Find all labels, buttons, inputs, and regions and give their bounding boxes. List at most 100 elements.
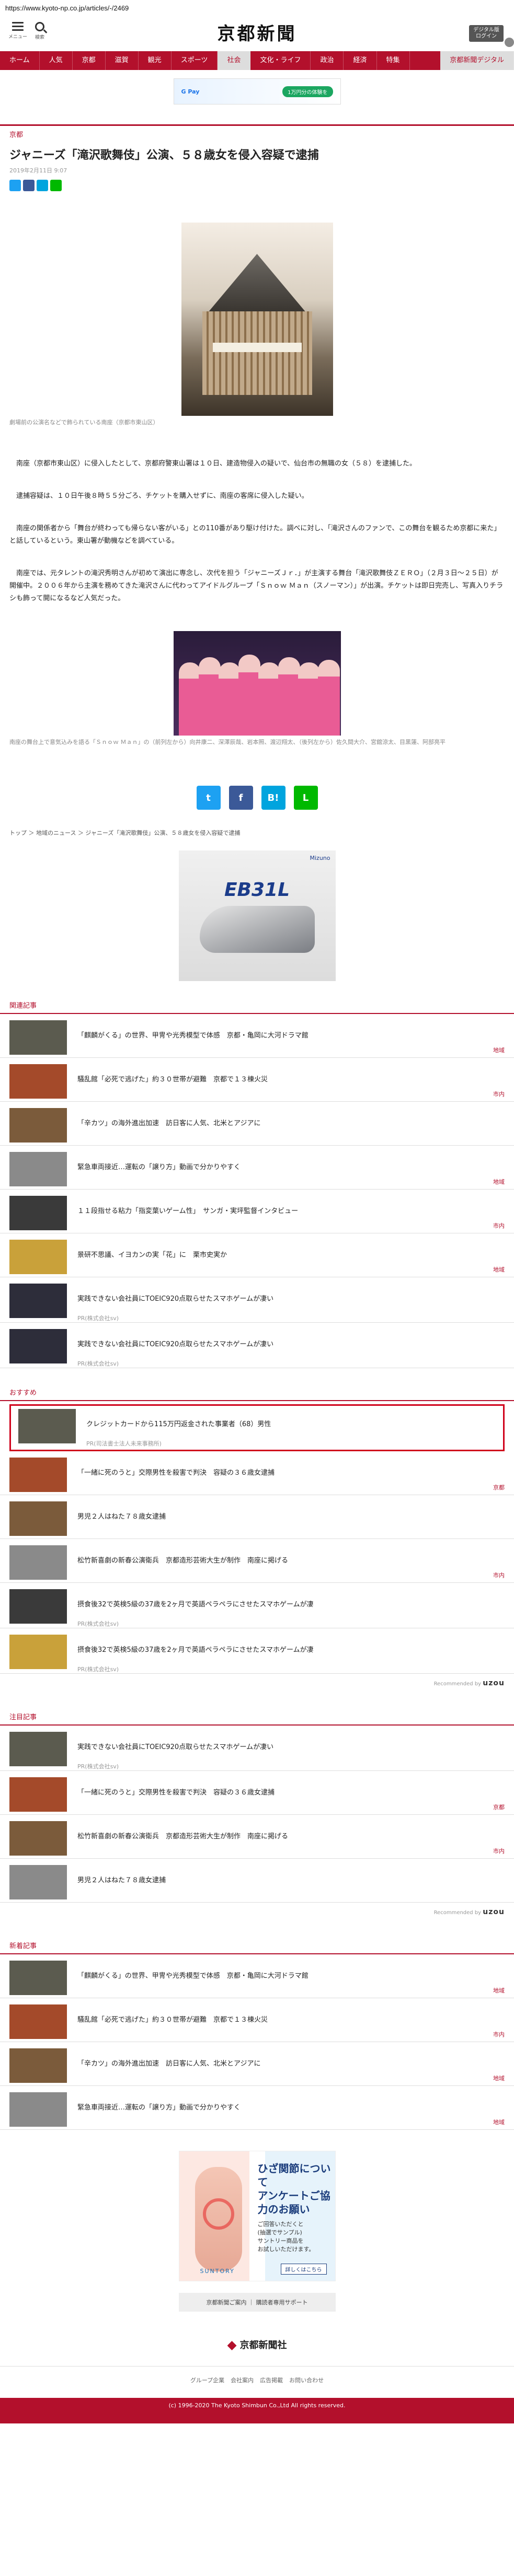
- nav-item[interactable]: 文化・ライフ: [250, 51, 311, 70]
- ad-banner-top[interactable]: G Pay 1万円分の体験を: [173, 78, 341, 104]
- list-item[interactable]: １１段指せる粘力「指変葉いゲーム性」 サンガ・実坪監督インタビュー 市内: [0, 1190, 514, 1233]
- item-tag[interactable]: 地域: [493, 1265, 505, 1274]
- nav-item[interactable]: 人気: [40, 51, 73, 70]
- ad-mid[interactable]: Mizuno EB31L: [178, 850, 336, 981]
- nav-item[interactable]: 政治: [311, 51, 344, 70]
- recommend-section: おすすめ クレジットカードから115万円返金された事業者（68）男性 PR(司法書…: [0, 1387, 514, 1693]
- list-item[interactable]: 男児２人はねた７８歳女逮捕: [0, 1859, 514, 1903]
- item-title: 「麒麟がくる」の世界、甲冑や光秀模型で体感 京都・亀岡に大河ドラマ館: [77, 1032, 309, 1040]
- hatena-icon[interactable]: [37, 180, 48, 191]
- list-item[interactable]: クレジットカードから115万円返金された事業者（68）男性 PR(司法書士法人未来…: [9, 1404, 505, 1451]
- footer-nav-item[interactable]: 広告掲載: [260, 2377, 283, 2384]
- site-logo[interactable]: 京都新聞: [218, 19, 297, 45]
- list-item[interactable]: 松竹新喜劇の新春公演衛兵 京都造形芸術大生が制作 南座に掲げる 市内: [0, 1815, 514, 1859]
- list-item[interactable]: 松竹新喜劇の新春公演衛兵 京都造形芸術大生が制作 南座に掲げる 市内: [0, 1539, 514, 1583]
- section-heading: 注目記事: [0, 1711, 514, 1726]
- hatena-icon[interactable]: B!: [261, 786, 285, 810]
- nav-item[interactable]: 京都: [73, 51, 106, 70]
- hamburger-icon: [12, 22, 24, 31]
- list-item[interactable]: 「一緒に死のうと」交際男性を殺害で判決 容疑の３６歳女逮捕 京都: [0, 1451, 514, 1495]
- recommended-by[interactable]: Recommended by uzou: [0, 1903, 514, 1921]
- item-tag[interactable]: 地域: [493, 2074, 505, 2082]
- nav-item[interactable]: 特集: [377, 51, 410, 70]
- thumbnail: [9, 2092, 67, 2127]
- twitter-icon[interactable]: t: [196, 786, 221, 810]
- item-tag[interactable]: 市内: [493, 1847, 505, 1855]
- list-item[interactable]: 摂食後32で英検5級の37歳を2ヶ月で英語ペラペラにさせたスマホゲームが凄 PR(…: [0, 1583, 514, 1628]
- item-tag[interactable]: 京都: [493, 1803, 505, 1811]
- thumbnail: [9, 1777, 67, 1812]
- item-tag[interactable]: 市内: [493, 1571, 505, 1579]
- menu-button[interactable]: メニュー: [7, 20, 28, 40]
- list-item[interactable]: 「麒麟がくる」の世界、甲冑や光秀模型で体感 京都・亀岡に大河ドラマ館地域: [0, 1954, 514, 1998]
- facebook-icon[interactable]: [23, 180, 35, 191]
- item-title: 「麒麟がくる」の世界、甲冑や光秀模型で体感 京都・亀岡に大河ドラマ館: [77, 1972, 309, 1980]
- footer-nav-item[interactable]: お問い合わせ: [289, 2377, 324, 2384]
- item-tag[interactable]: 地域: [493, 1986, 505, 1995]
- list-item[interactable]: 実践できない会社員にTOEIC920点取らせたスマホゲームが凄い PR(株式会社s…: [0, 1277, 514, 1323]
- nav-item[interactable]: 経済: [344, 51, 377, 70]
- category-label[interactable]: 京都: [9, 129, 505, 139]
- line-icon[interactable]: [50, 180, 62, 191]
- digital-login-button[interactable]: デジタル版 ログイン: [469, 25, 504, 42]
- nav-item-digital[interactable]: 京都新聞デジタル: [440, 51, 514, 70]
- item-tag[interactable]: 地域: [493, 2118, 505, 2126]
- list-item[interactable]: 「一緒に死のうと」交際男性を殺害で判決 容疑の３６歳女逮捕 京都: [0, 1771, 514, 1815]
- recommended-by[interactable]: Recommended by uzou: [0, 1674, 514, 1693]
- ad-detail-button[interactable]: 詳しくはこちら: [280, 2264, 327, 2275]
- list-item[interactable]: 騒乱館「必死で逃げた」約３０世帯が避難 京都で１３棟火災市内: [0, 1058, 514, 1102]
- nav-item[interactable]: ホーム: [0, 51, 40, 70]
- section-heading: おすすめ: [0, 1387, 514, 1401]
- main-nav: ホーム 人気 京都 滋賀 観光 スポーツ 社会 文化・ライフ 政治 経済 特集 京都新聞デジタル: [0, 51, 514, 70]
- nav-item[interactable]: 社会: [218, 51, 251, 70]
- list-item[interactable]: 男児２人はねた７８歳女逮捕: [0, 1495, 514, 1539]
- list-item[interactable]: 景研不思議、イヨカンの実「花」に 栗市史実か 地域: [0, 1233, 514, 1277]
- item-tag[interactable]: 市内: [493, 1090, 505, 1098]
- list-item[interactable]: 騒乱館「必死で逃げた」約３０世帯が避難 京都で１３棟火災 市内: [0, 1998, 514, 2042]
- nav-item[interactable]: 滋賀: [106, 51, 139, 70]
- twitter-icon[interactable]: [9, 180, 21, 191]
- thumbnail: [18, 1409, 76, 1443]
- thumbnail: [9, 1020, 67, 1055]
- item-tag[interactable]: 京都: [493, 1483, 505, 1491]
- breadcrumb[interactable]: トップ ＞ 地域のニュース ＞ ジャニーズ「滝沢歌舞伎」公演、５８歳女を侵入容疑…: [9, 829, 505, 837]
- list-item[interactable]: 「麒麟がくる」の世界、甲冑や光秀模型で体感 京都・亀岡に大河ドラマ館地域: [0, 1014, 514, 1058]
- ad-brand: G Pay: [181, 88, 200, 95]
- item-title: クレジットカードから115万円返金された事業者（68）男性: [86, 1420, 271, 1428]
- footer-logo[interactable]: 京都新聞社: [0, 2338, 514, 2351]
- item-title: 実践できない会社員にTOEIC920点取らせたスマホゲームが凄い: [77, 1295, 274, 1303]
- nav-item[interactable]: 観光: [139, 51, 172, 70]
- shoe-image: [199, 905, 315, 953]
- line-icon[interactable]: L: [293, 786, 318, 810]
- nav-item[interactable]: スポーツ: [172, 51, 218, 70]
- url-bar[interactable]: https://www.kyoto-np.co.jp/articles/-/24…: [0, 0, 514, 17]
- list-item[interactable]: 摂食後32で英検5級の37歳を2ヶ月で英語ペラペラにさせたスマホゲームが凄 PR(…: [0, 1628, 514, 1674]
- footer-links[interactable]: 京都新聞ご案内 ｜ 購読者専用サポート: [178, 2293, 336, 2312]
- ad-bottom[interactable]: ひざ関節について アンケートご協力のお願い ご回答いただくと (抽選でサンプル)…: [178, 2151, 336, 2281]
- list-item[interactable]: 「辛カツ」の海外進出加速 訪日客に人気、北米とアジアに 地域: [0, 2042, 514, 2086]
- item-tag[interactable]: 地域: [493, 1046, 505, 1054]
- ad-copy: ひざ関節について アンケートご協力のお願い ご回答いただくと (抽選でサンプル)…: [257, 2162, 331, 2253]
- ad-model: EB31L: [224, 879, 290, 901]
- item-sponsor: PR(株式会社sv): [77, 1315, 119, 1322]
- item-sponsor: PR(株式会社sv): [77, 1360, 119, 1367]
- list-item[interactable]: 「辛カツ」の海外進出加速 訪日客に人気、北米とアジアに: [0, 1102, 514, 1146]
- list-item[interactable]: 実践できない会社員にTOEIC920点取らせたスマホゲームが凄い PR(株式会社s…: [0, 1726, 514, 1771]
- search-button[interactable]: 検索: [30, 21, 49, 40]
- thumbnail: [9, 1196, 67, 1230]
- item-title: 実践できない会社員にTOEIC920点取らせたスマホゲームが凄い: [77, 1743, 274, 1751]
- article: 京都 ジャニーズ「滝沢歌舞伎」公演、５８歳女を侵入容疑で逮捕 2019年2月11…: [0, 129, 514, 837]
- footer-nav-item[interactable]: 会社案内: [231, 2377, 254, 2384]
- logo-emblem-icon: [227, 2341, 237, 2350]
- item-title: 騒乱館「必死で逃げた」約３０世帯が避難 京都で１３棟火災: [77, 1076, 268, 1083]
- user-icon[interactable]: [505, 38, 514, 47]
- facebook-icon[interactable]: f: [229, 786, 253, 810]
- item-tag[interactable]: 市内: [493, 2030, 505, 2038]
- ad-brand: SUNTORY: [200, 2268, 235, 2275]
- footer-nav-item[interactable]: グループ企業: [190, 2377, 224, 2384]
- item-tag[interactable]: 市内: [493, 1221, 505, 1230]
- list-item[interactable]: 緊急車両接近…運転の「譲り方」動画で分かりやすく 地域: [0, 1146, 514, 1190]
- item-tag[interactable]: 地域: [493, 1178, 505, 1186]
- list-item[interactable]: 実践できない会社員にTOEIC920点取らせたスマホゲームが凄い PR(株式会社s…: [0, 1323, 514, 1368]
- list-item[interactable]: 緊急車両接近…運転の「譲り方」動画で分かりやすく 地域: [0, 2086, 514, 2130]
